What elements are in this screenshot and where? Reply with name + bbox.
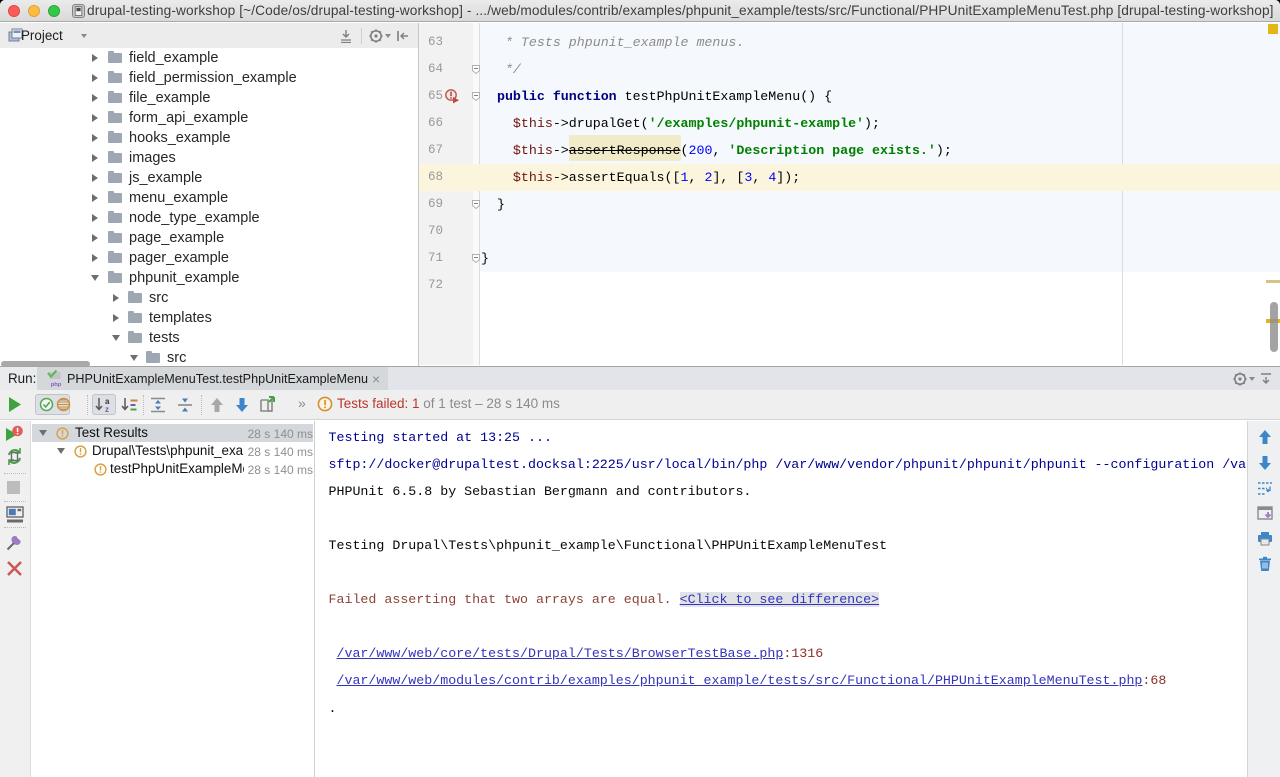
svg-text:z: z [105,405,109,413]
svg-text:php: php [51,382,62,388]
